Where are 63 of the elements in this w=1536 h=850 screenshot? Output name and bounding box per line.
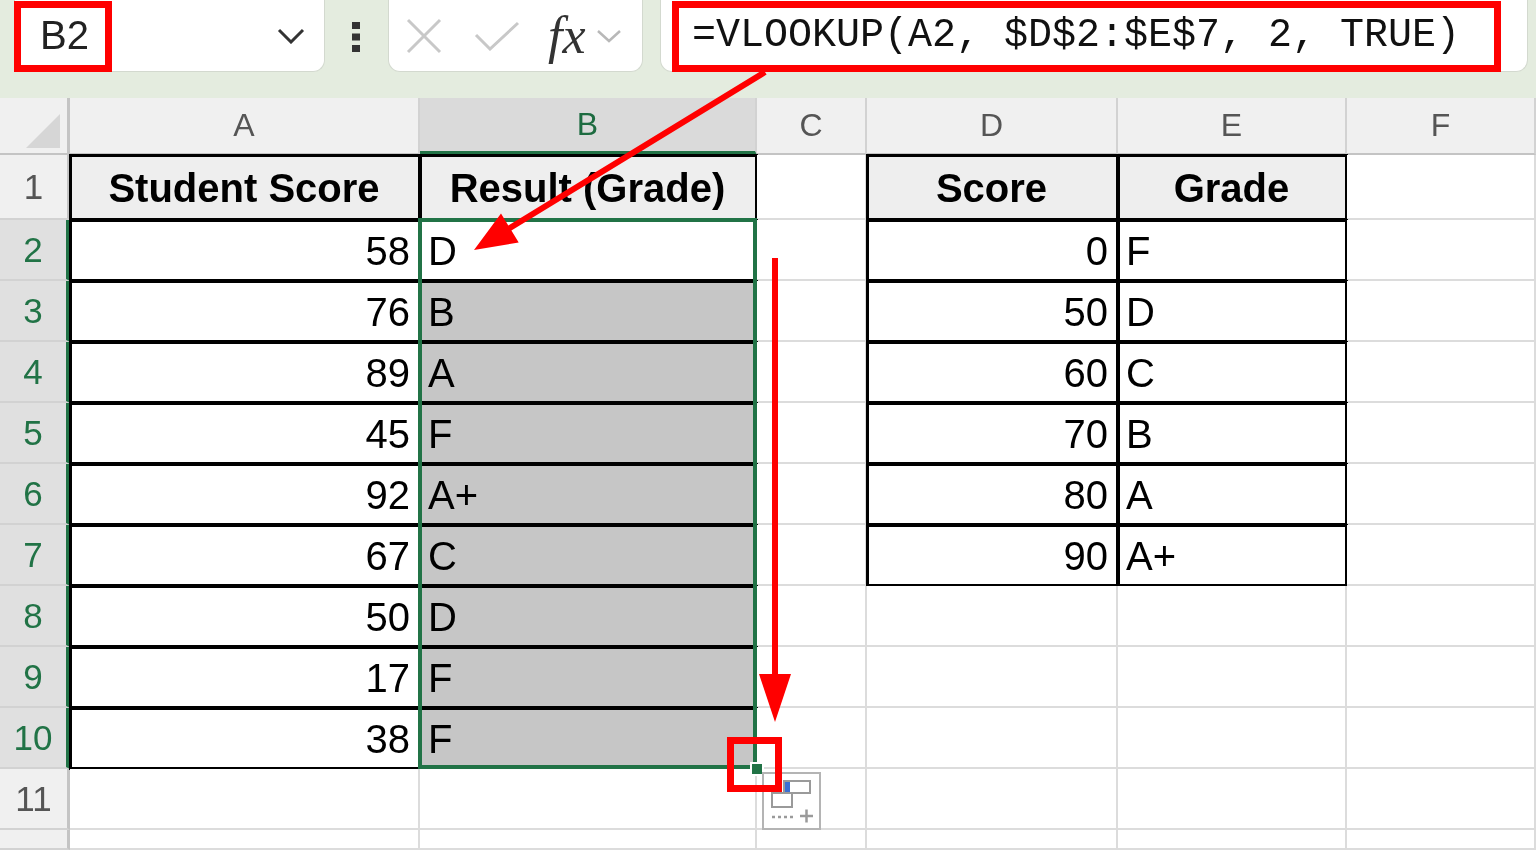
- table-cell: D: [1118, 281, 1347, 342]
- table-cell: 38: [70, 708, 420, 769]
- table-cell: 58: [70, 220, 420, 281]
- table-cell: B: [420, 281, 757, 342]
- table-cell: D: [420, 220, 757, 281]
- row-header[interactable]: [0, 830, 70, 850]
- chevron-down-icon[interactable]: [277, 27, 305, 44]
- table-cell: 45: [70, 403, 420, 464]
- row-header[interactable]: 11: [0, 769, 70, 830]
- table-cell: F: [420, 708, 757, 769]
- column-header[interactable]: E: [1118, 98, 1347, 155]
- check-icon[interactable]: [474, 20, 520, 51]
- table-header-cell: Result (Grade): [420, 155, 757, 220]
- column-header[interactable]: C: [757, 98, 867, 155]
- table-cell: A+: [420, 464, 757, 525]
- row-header[interactable]: 7: [0, 525, 70, 586]
- row-header[interactable]: 2: [0, 220, 70, 281]
- vertical-dots-icon[interactable]: [352, 22, 360, 52]
- column-header[interactable]: B: [420, 98, 757, 155]
- table-header-cell: Grade: [1118, 155, 1347, 220]
- select-all-button[interactable]: [0, 98, 70, 155]
- table-header-cell: Student Score: [70, 155, 420, 220]
- table-cell: 76: [70, 281, 420, 342]
- table-cell: A: [1118, 464, 1347, 525]
- close-icon[interactable]: [406, 17, 442, 54]
- table-cell: 67: [70, 525, 420, 586]
- table-cell: 70: [867, 403, 1118, 464]
- table-cell: B: [1118, 403, 1347, 464]
- table-cell: 50: [70, 586, 420, 647]
- cells-plus-icon: [769, 779, 814, 823]
- table-cell: 0: [867, 220, 1118, 281]
- row-header[interactable]: 10: [0, 708, 70, 769]
- table-cell: F: [1118, 220, 1347, 281]
- auto-fill-options-button[interactable]: [762, 772, 821, 830]
- table-cell: 80: [867, 464, 1118, 525]
- row-header[interactable]: 3: [0, 281, 70, 342]
- row-header[interactable]: 1: [0, 155, 70, 220]
- row-header[interactable]: 8: [0, 586, 70, 647]
- table-cell: 17: [70, 647, 420, 708]
- fill-handle[interactable]: [750, 762, 764, 776]
- row-header[interactable]: 5: [0, 403, 70, 464]
- row-header[interactable]: 9: [0, 647, 70, 708]
- table-cell: A: [420, 342, 757, 403]
- table-cell: C: [1118, 342, 1347, 403]
- table-cell: 50: [867, 281, 1118, 342]
- table-cell: 92: [70, 464, 420, 525]
- table-cell: 89: [70, 342, 420, 403]
- table-cell: 60: [867, 342, 1118, 403]
- insert-function-button[interactable]: fx: [548, 9, 586, 62]
- table-cell: F: [420, 647, 757, 708]
- triangle-icon: [26, 114, 60, 148]
- table-cell: C: [420, 525, 757, 586]
- table-cell: 90: [867, 525, 1118, 586]
- name-box[interactable]: B2: [14, 0, 325, 72]
- row-header[interactable]: 4: [0, 342, 70, 403]
- table-cell: F: [420, 403, 757, 464]
- column-header[interactable]: A: [70, 98, 420, 155]
- table-header-cell: Score: [867, 155, 1118, 220]
- table-cell: A+: [1118, 525, 1347, 586]
- row-header[interactable]: 6: [0, 464, 70, 525]
- column-header[interactable]: D: [867, 98, 1118, 155]
- column-header[interactable]: F: [1347, 98, 1536, 155]
- table-cell: D: [420, 586, 757, 647]
